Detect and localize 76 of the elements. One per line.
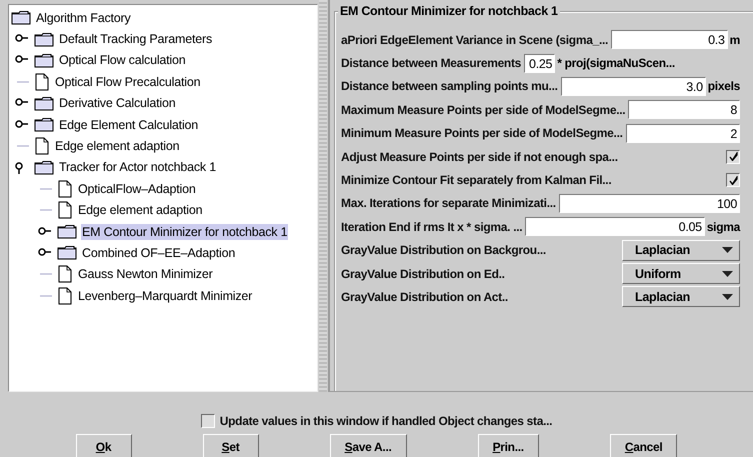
tree-connector-line bbox=[38, 273, 52, 276]
checkbox[interactable] bbox=[726, 173, 740, 188]
dropdown[interactable]: Laplacian bbox=[622, 240, 740, 261]
caret-icon bbox=[722, 247, 733, 254]
document-icon bbox=[57, 265, 73, 284]
folder-icon bbox=[11, 10, 31, 26]
tree-item[interactable]: Tracker for Actor notchback 1 bbox=[58, 159, 217, 176]
document-icon bbox=[57, 286, 73, 305]
tree-item[interactable]: Default Tracking Parameters bbox=[58, 31, 213, 48]
dialog-button[interactable]: Prin... bbox=[478, 434, 539, 457]
tree-connector-line bbox=[38, 209, 52, 212]
document-icon bbox=[57, 201, 73, 220]
field-label: GrayValue Distribution on Act.. bbox=[341, 290, 508, 304]
tree-item[interactable]: Edge element adaption bbox=[54, 138, 180, 154]
folder-icon bbox=[57, 245, 77, 260]
tree-connector-line bbox=[15, 80, 29, 83]
unit-label: pixels bbox=[708, 79, 740, 94]
field-label: Max. Iterations for separate Minimizati... bbox=[341, 196, 556, 210]
tree-connector-line bbox=[38, 294, 52, 297]
tree-item[interactable]: Edge element adaption bbox=[77, 202, 204, 218]
tree-item[interactable]: EM Contour Minimizer for notchback 1 bbox=[81, 224, 288, 240]
group-title: EM Contour Minimizer for notchback 1 bbox=[338, 4, 560, 18]
number-field[interactable]: 0.25 bbox=[524, 54, 556, 73]
tree-item[interactable]: Derivative Calculation bbox=[58, 95, 176, 112]
document-icon bbox=[34, 137, 50, 156]
folder-icon bbox=[34, 52, 54, 68]
checkbox[interactable] bbox=[726, 150, 740, 164]
tree-item[interactable]: Optical Flow calculation bbox=[58, 52, 187, 68]
document-icon bbox=[57, 180, 73, 198]
dialog-button[interactable]: Cancel bbox=[610, 434, 678, 457]
document-icon bbox=[34, 72, 50, 91]
dropdown[interactable]: Uniform bbox=[622, 263, 740, 284]
caret-icon bbox=[722, 270, 733, 277]
checkbox-label: Update values in this window if handled Object changes sta... bbox=[220, 414, 552, 428]
folder-icon bbox=[57, 224, 77, 240]
tree-item[interactable]: Combined OF–EE–Adaption bbox=[81, 244, 236, 261]
number-field[interactable]: 3.0 bbox=[560, 76, 706, 96]
field-label: aPriori EdgeElement Variance in Scene (sigma_... bbox=[341, 32, 608, 47]
number-field[interactable]: 2 bbox=[626, 124, 740, 143]
unit-label: * proj(sigmaNuScen... bbox=[557, 56, 675, 70]
folder-icon bbox=[34, 96, 54, 111]
field-label: Distance between sampling points mu... bbox=[341, 79, 558, 94]
field-label: GrayValue Distribution on Backgrou... bbox=[341, 243, 546, 258]
tree-connector-line bbox=[38, 188, 52, 190]
tree-item[interactable]: Edge Element Calculation bbox=[58, 116, 200, 133]
number-field[interactable]: 0.3 bbox=[611, 30, 728, 50]
field-label: Iteration End if rms It x * sigma. ... bbox=[341, 220, 522, 234]
field-label: Adjust Measure Points per side if not enough spa... bbox=[341, 150, 618, 164]
folder-icon bbox=[34, 160, 54, 175]
field-label: Minimize Contour Fit separately from Kalman Fil... bbox=[341, 173, 612, 188]
dialog-button[interactable]: Ok bbox=[76, 434, 132, 457]
folder-icon bbox=[34, 117, 54, 132]
field-label: Maximum Measure Points per side of ModelSegme... bbox=[341, 102, 626, 117]
tree-item[interactable]: Optical Flow Precalculation bbox=[54, 74, 202, 90]
field-label: GrayValue Distribution on Ed.. bbox=[341, 266, 505, 281]
field-label: Distance between Measurements bbox=[341, 56, 522, 70]
dialog-button[interactable]: Set bbox=[202, 434, 259, 457]
number-field[interactable]: 0.05 bbox=[525, 217, 705, 236]
checkmark-icon bbox=[728, 176, 738, 185]
number-field[interactable]: 100 bbox=[558, 194, 740, 213]
tree-connector-line bbox=[15, 145, 29, 148]
unit-label: sigma bbox=[706, 220, 740, 234]
splitter-handle[interactable] bbox=[319, 0, 327, 392]
dropdown[interactable]: Laplacian bbox=[622, 286, 740, 308]
caret-icon bbox=[722, 294, 733, 300]
unit-label: m bbox=[730, 32, 740, 47]
checkmark-icon bbox=[728, 152, 738, 162]
tree-item[interactable]: Algorithm Factory bbox=[35, 10, 132, 26]
tree-item[interactable]: Levenberg–Marquardt Minimizer bbox=[77, 288, 254, 304]
tree-item[interactable]: OpticalFlow–Adaption bbox=[77, 180, 197, 197]
folder-icon bbox=[34, 32, 54, 47]
number-field[interactable]: 8 bbox=[628, 100, 740, 120]
tree-item[interactable]: Gauss Newton Minimizer bbox=[77, 266, 214, 282]
dialog-button[interactable]: Save A... bbox=[330, 434, 407, 457]
checkbox[interactable] bbox=[200, 414, 215, 428]
field-label: Minimum Measure Points per side of ModelSegme... bbox=[341, 126, 623, 140]
